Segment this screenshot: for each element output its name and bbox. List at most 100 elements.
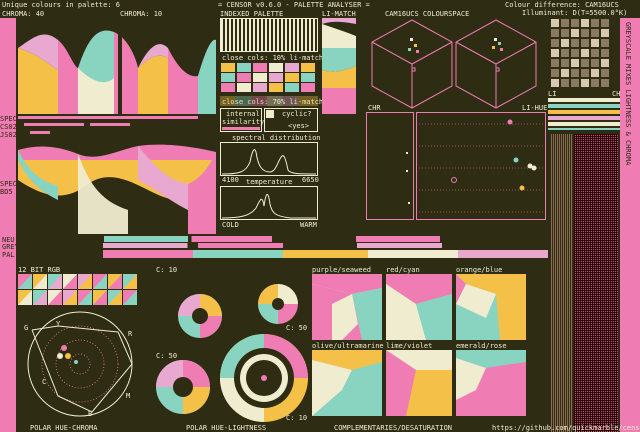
close-col-swatch [285, 63, 299, 72]
censor-window: Unique colours in palette: 6 = CENSOR v0… [0, 0, 640, 432]
matrix-cell [571, 19, 579, 27]
matrix-cell [581, 79, 589, 87]
cam16ucs-hexagons [371, 19, 537, 109]
li-label: LI [548, 90, 557, 98]
matrix-cell [551, 29, 559, 37]
chr-points [406, 152, 410, 204]
js02-label: JS02 [0, 131, 17, 139]
comp-red-cyan [386, 274, 452, 340]
12bit-rgb-grid [18, 274, 137, 305]
complementaries-label: COMPLEMENTARIES/DESATURATION [334, 424, 453, 432]
hue-wheel-c10-bottom [220, 334, 308, 422]
red-cyan-label: red/cyan [386, 266, 420, 274]
matrix-cell [591, 69, 599, 77]
matrix-cell [591, 39, 599, 47]
hc-letter-b: B [88, 410, 93, 418]
matrix-cell [601, 49, 609, 57]
matrix-cell [581, 59, 589, 67]
matrix-cell [551, 39, 559, 47]
spec-label: SPEC [0, 115, 17, 123]
left-border-strip [0, 18, 16, 432]
matrix-cell [601, 59, 609, 67]
matrix-cell [571, 69, 579, 77]
olive-ultramarine-label: olive/ultramarine [312, 342, 384, 350]
hc-letter-g: G [24, 324, 29, 332]
matrix-cell [601, 39, 609, 47]
github-link[interactable]: https://github.com/quickmarble/censor [492, 424, 640, 432]
cyclic-label: cyclic? [282, 110, 312, 118]
side-vertical-label: GREYSCALE MIXES LIGHTNESS & CHROMA [624, 22, 632, 166]
matrix-cell [601, 29, 609, 37]
colour-difference-matrix [551, 19, 609, 87]
spectral-curve [221, 149, 317, 175]
hc-letter-y: Y [56, 320, 61, 328]
orange-blue-label: orange/blue [456, 266, 503, 274]
matrix-cell [591, 29, 599, 37]
hc-letter-r: R [128, 330, 133, 338]
cyclic-checkbox[interactable] [266, 110, 274, 118]
matrix-cell [601, 79, 609, 87]
cold-label: COLD [222, 221, 239, 229]
close-col-swatch [221, 73, 235, 82]
matrix-cell [571, 29, 579, 37]
close-col-swatch [285, 73, 299, 82]
pal-row [18, 250, 548, 258]
spec-bd5-label-1: SPEC [0, 180, 17, 188]
polar-hue-lightness-label: POLAR HUE-LIGHTNESS [186, 424, 267, 432]
spec-bar-2 [24, 123, 84, 126]
cyclic-yes-button[interactable]: <yes> [288, 122, 309, 130]
matrix-cell [561, 69, 569, 77]
neu-grey-row-top [104, 236, 440, 242]
li-chr-bars [548, 98, 630, 130]
matrix-cell [561, 49, 569, 57]
close-col-swatch [237, 73, 251, 82]
close-col-swatch [301, 73, 315, 82]
close-col-swatch [221, 63, 235, 72]
pal-label: PAL [2, 251, 15, 259]
matrix-cell [601, 19, 609, 27]
matrix-cell [571, 59, 579, 67]
spec-bd5-label-2: BD5 [0, 188, 13, 196]
spec-bar-1 [18, 116, 198, 119]
neu-grey-row-bottom [18, 243, 548, 248]
indexed-palette-label: INDEXED PALETTE [220, 10, 284, 18]
li-match-panel [322, 18, 356, 114]
comp-emerald-rose [456, 350, 526, 416]
matrix-cell [561, 19, 569, 27]
matrix-cell [571, 49, 579, 57]
greyscale-mixes-column [574, 134, 618, 432]
matrix-cell [551, 49, 559, 57]
comp-purple-seaweed [312, 274, 382, 340]
close-cols-70-bar [220, 96, 318, 106]
colour-difference-label: Colour difference: CAM16UCS [505, 1, 619, 9]
hc-letter-m: M [126, 392, 131, 400]
emerald-rose-label: emerald/rose [456, 342, 507, 350]
matrix-cell [601, 69, 609, 77]
matrix-cell [581, 49, 589, 57]
chr-label: CHR [368, 104, 381, 112]
chroma-40-label: CHROMA: 40 [2, 10, 45, 18]
grey-label: GREY [2, 243, 19, 251]
hue-wheel-c50-bottom [156, 360, 210, 414]
cam16ucs-label: CAM16UCS COLOURSPACE [385, 10, 470, 18]
matrix-cell [561, 59, 569, 67]
matrix-cell [581, 19, 589, 27]
matrix-cell [571, 39, 579, 47]
matrix-cell [591, 19, 599, 27]
matrix-cell [571, 79, 579, 87]
li-match-label: LI-MATCH [322, 10, 356, 18]
c50-label-a: C: 50 [286, 324, 308, 332]
matrix-cell [581, 39, 589, 47]
polar-hue-chroma-label: POLAR HUE-CHROMA [30, 424, 98, 432]
matrix-cell [591, 79, 599, 87]
matrix-cell [591, 49, 599, 57]
matrix-cell [551, 79, 559, 87]
c10-label-a: C: 10 [156, 266, 178, 274]
matrix-cell [551, 69, 559, 77]
matrix-cell [581, 69, 589, 77]
matrix-cell [561, 79, 569, 87]
matrix-cell [561, 29, 569, 37]
12bit-rgb-label: 12 BIT RGB [18, 266, 61, 274]
matrix-cell [551, 19, 559, 27]
internal-similarity-bar [222, 127, 260, 130]
